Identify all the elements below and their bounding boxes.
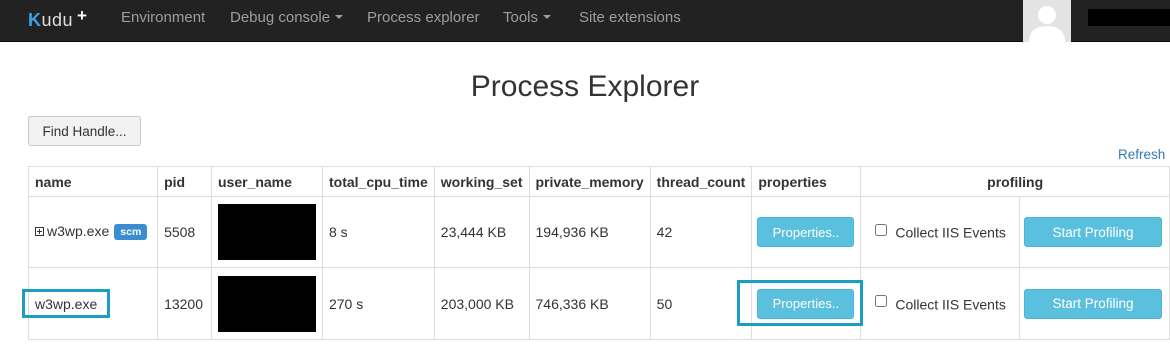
col-header-working-set: working_set	[433, 166, 530, 197]
cell-properties: Properties..	[751, 267, 862, 340]
col-header-name: name	[27, 166, 159, 197]
cell-pid: 5508	[157, 196, 212, 268]
cell-start-profiling: Start Profiling	[1018, 196, 1170, 268]
cell-collect-iis: Collect IIS Events	[860, 267, 1020, 340]
refresh-link[interactable]: Refresh	[1118, 147, 1165, 162]
caret-down-icon	[543, 15, 552, 20]
col-header-pid: pid	[157, 166, 212, 197]
cell-start-profiling: Start Profiling	[1018, 267, 1170, 340]
cell-private-memory: 194,936 KB	[528, 196, 651, 268]
redacted-user-name	[217, 275, 316, 332]
col-header-properties: properties	[751, 166, 862, 197]
nav-debug-console[interactable]: Debug console	[230, 0, 344, 42]
col-header-user-name: user_name	[210, 166, 323, 197]
process-name: w3wp.exe	[47, 223, 110, 240]
cell-name: w3wp.exe scm	[27, 196, 159, 268]
cell-user-name	[210, 267, 323, 340]
collect-iis-events-checkbox[interactable]	[875, 295, 888, 308]
kudu-logo-text: udu	[41, 9, 74, 30]
properties-button[interactable]: Properties..	[757, 217, 855, 247]
process-name: w3wp.exe	[35, 295, 98, 312]
collect-iis-events-checkbox[interactable]	[875, 223, 888, 236]
start-profiling-button[interactable]: Start Profiling	[1023, 217, 1162, 247]
kudu-logo-k: K	[28, 9, 42, 30]
cell-working-set: 23,444 KB	[433, 196, 530, 268]
redacted-username	[1088, 9, 1170, 26]
cell-working-set: 203,000 KB	[433, 267, 530, 340]
redacted-user-name	[217, 204, 316, 260]
cell-total-cpu-time: 8 s	[321, 196, 435, 268]
kudu-logo[interactable]: Kudu +	[28, 6, 88, 32]
cell-pid: 13200	[157, 267, 212, 340]
nav-debug-console-label: Debug console	[230, 9, 331, 26]
col-header-thread-count: thread_count	[649, 166, 753, 197]
table-header-row: name pid user_name total_cpu_time workin…	[27, 166, 1170, 197]
cell-thread-count: 50	[649, 267, 753, 340]
nav-process-explorer-label: Process explorer	[367, 9, 480, 26]
cell-collect-iis: Collect IIS Events	[860, 196, 1020, 268]
page-title: Process Explorer	[470, 70, 700, 103]
start-profiling-button[interactable]: Start Profiling	[1023, 288, 1162, 319]
find-handle-button[interactable]: Find Handle...	[28, 116, 141, 146]
nav-tools[interactable]: Tools	[503, 0, 552, 42]
nav-process-explorer[interactable]: Process explorer	[367, 0, 480, 42]
cell-total-cpu-time: 270 s	[321, 267, 435, 340]
user-avatar-icon[interactable]	[1023, 0, 1071, 42]
col-header-private-memory: private_memory	[528, 166, 651, 197]
table-row: w3wp.exe scm 5508 8 s 23,444 KB 194,936 K…	[27, 196, 1170, 268]
scm-badge: scm	[114, 223, 148, 240]
col-header-profiling: profiling	[860, 166, 1170, 197]
collect-iis-events-label: Collect IIS Events	[895, 224, 1006, 241]
top-navbar: Kudu + Environment Debug console Process …	[0, 0, 1170, 42]
collect-iis-events-label: Collect IIS Events	[895, 296, 1006, 313]
caret-down-icon	[335, 15, 344, 20]
cell-properties: Properties..	[751, 196, 862, 268]
nav-environment-label: Environment	[121, 9, 206, 26]
cell-name: w3wp.exe	[27, 267, 159, 340]
kudu-logo-plus: +	[77, 6, 88, 25]
process-table: name pid user_name total_cpu_time workin…	[27, 166, 1170, 340]
nav-tools-label: Tools	[503, 9, 539, 26]
nav-site-extensions-label: Site extensions	[579, 9, 681, 26]
cell-private-memory: 746,336 KB	[528, 267, 651, 340]
cell-thread-count: 42	[649, 196, 753, 268]
expand-plus-icon[interactable]	[35, 227, 44, 237]
col-header-total-cpu-time: total_cpu_time	[321, 166, 435, 197]
table-row: w3wp.exe 13200 270 s 203,000 KB 746,336 …	[27, 267, 1170, 340]
properties-button[interactable]: Properties..	[757, 288, 855, 319]
cell-user-name	[210, 196, 323, 268]
nav-site-extensions[interactable]: Site extensions	[579, 0, 681, 42]
nav-environment[interactable]: Environment	[121, 0, 205, 42]
